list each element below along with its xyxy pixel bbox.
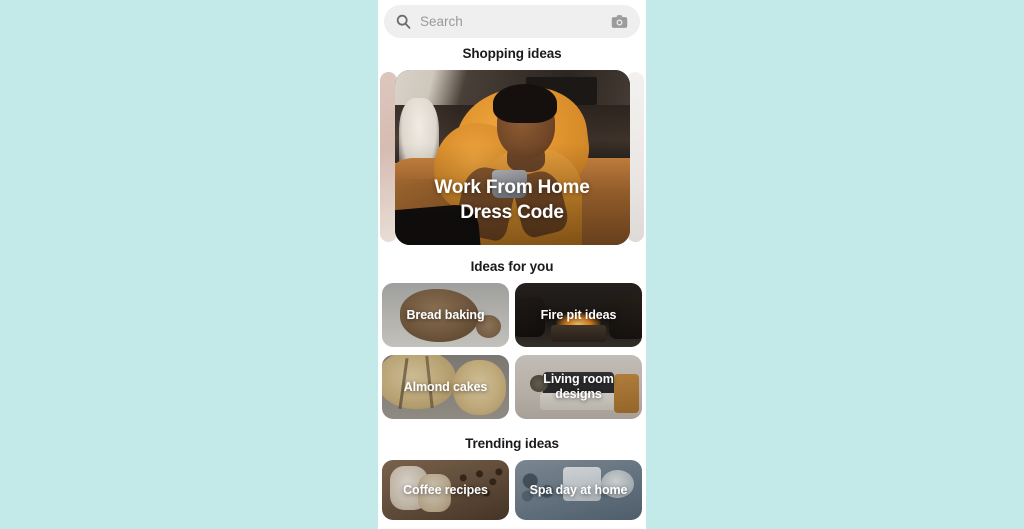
tile-bread-baking[interactable]: Bread baking xyxy=(382,283,509,347)
tile-label: Spa day at home xyxy=(529,482,628,497)
tile-fire-pit-ideas[interactable]: Fire pit ideas xyxy=(515,283,642,347)
hero-title-line-1: Work From Home xyxy=(434,177,590,199)
tile-living-room-designs[interactable]: Living room designs xyxy=(515,355,642,419)
tile-spa-day-at-home[interactable]: Spa day at home xyxy=(515,460,642,520)
carousel-hero-card[interactable]: Work From Home Dress Code xyxy=(394,70,630,245)
section-heading-trending-ideas: Trending ideas xyxy=(465,436,559,451)
ideas-for-you-grid: Bread baking Fire pit ideas Almond cakes xyxy=(378,283,646,419)
tile-label: Coffee recipes xyxy=(403,482,488,497)
hero-title-line-2: Dress Code xyxy=(460,201,564,223)
home-feed[interactable]: Shopping ideas Work From Home Dress Code… xyxy=(378,38,646,529)
search-input[interactable] xyxy=(420,5,603,38)
section-heading-shopping-ideas: Shopping ideas xyxy=(462,46,562,61)
trending-ideas-grid: Coffee recipes Spa day at home xyxy=(378,460,646,520)
phone-viewport: Shopping ideas xyxy=(378,0,646,529)
tile-label: Living room designs xyxy=(543,372,614,401)
section-heading-ideas-for-you: Ideas for you xyxy=(470,259,554,274)
search-header xyxy=(378,0,646,38)
carousel-peek-next[interactable] xyxy=(627,72,644,242)
hero-title: Work From Home Dress Code xyxy=(395,176,630,225)
tile-almond-cakes[interactable]: Almond cakes xyxy=(382,355,509,419)
tile-label: Fire pit ideas xyxy=(540,307,617,322)
camera-icon[interactable] xyxy=(611,14,628,29)
tile-coffee-recipes[interactable]: Coffee recipes xyxy=(382,460,509,520)
search-icon xyxy=(396,14,411,29)
tile-label: Bread baking xyxy=(406,307,485,322)
shopping-ideas-carousel[interactable]: Work From Home Dress Code xyxy=(378,70,646,245)
tile-label: Almond cakes xyxy=(403,379,488,394)
search-bar[interactable] xyxy=(384,5,640,38)
